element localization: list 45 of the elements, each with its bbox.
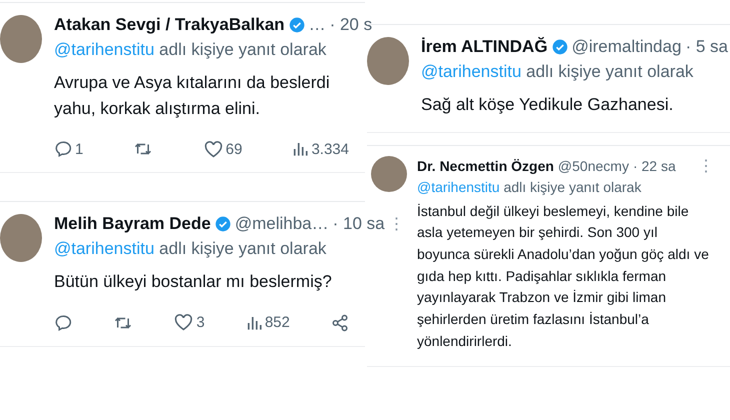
share-icon[interactable] <box>331 314 349 332</box>
comment-icon[interactable] <box>54 314 72 332</box>
reply-context: @tarihenstitu adlı kişiye yanıt olarak <box>54 239 328 259</box>
author-handle: @50necmy <box>558 158 629 174</box>
comment-icon[interactable] <box>54 140 72 158</box>
author-handle: … <box>308 15 326 35</box>
mention-link[interactable]: @tarihenstitu <box>54 239 154 258</box>
more-options-icon[interactable]: ⋮ <box>388 214 405 234</box>
post-time: · 20 s <box>330 15 372 35</box>
author-handle: @iremaltindag <box>572 37 682 57</box>
mention-link[interactable]: @tarihenstitu <box>421 62 522 81</box>
author-handle: @melihba… <box>234 214 329 234</box>
author-name[interactable]: Melih Bayram Dede <box>54 214 211 234</box>
action-count: 852 <box>264 314 290 331</box>
author-name[interactable]: İrem ALTINDAĞ <box>421 37 548 57</box>
reply-context: @tarihenstitu adlı kişiye yanıt olarak <box>54 40 328 60</box>
reply-context: @tarihenstitu adlı kişiye yanıt olarak <box>421 62 694 82</box>
verified-badge-icon <box>288 17 305 33</box>
author-name[interactable]: Dr. Necmettin Özgen <box>417 158 554 174</box>
avatar-photo-placeholder[interactable] <box>371 156 407 192</box>
heart-icon[interactable] <box>174 314 194 331</box>
views-chart-icon[interactable] <box>292 141 308 157</box>
action-count: 3.334 <box>311 140 349 158</box>
mention-link[interactable]: @tarihenstitu <box>54 40 154 59</box>
tweet-text: Sağ alt köşe Yedikule Gazhanesi. <box>421 94 674 116</box>
heart-icon[interactable] <box>204 140 223 158</box>
avatar-photo-placeholder[interactable] <box>0 214 42 262</box>
post-time: · 22 sa <box>632 158 676 174</box>
mention-link[interactable]: @tarihenstitu <box>417 178 500 194</box>
author-name[interactable]: Atakan Sevgi / TrakyaBalkan <box>54 15 285 35</box>
post-time: · 5 sa <box>685 37 728 57</box>
verified-badge-icon <box>214 216 231 232</box>
verified-badge-icon <box>552 39 568 55</box>
post-time: · 10 sa <box>332 214 385 234</box>
tweet-text: Avrupa ve Asya kıtalarını da beslerdi yahu, korkak alıştırma elini. <box>54 72 331 120</box>
action-count: 69 <box>226 140 242 158</box>
action-count: 3 <box>196 314 205 331</box>
avatar-photo-placeholder[interactable] <box>367 37 409 85</box>
views-chart-icon[interactable] <box>246 314 262 330</box>
reply-context: @tarihenstitu adlı kişiye yanıt olarak <box>417 178 642 194</box>
tweet-text: Bütün ülkeyi bostanlar mı beslermiş? <box>54 271 333 293</box>
action-count: 1 <box>75 140 84 158</box>
more-options-icon[interactable]: ⋮ <box>698 156 714 176</box>
avatar-photo-placeholder[interactable] <box>0 15 42 63</box>
tweet-text: İstanbul değil ülkeyi beslemeyi, kendine bile asla yetemeyen bir şehirdi. Son 300 yıl boyunca sürekli Anadolu’dan yoğun göç aldı ve gıda hep kıttı. Padişahlar sıklıkla ferman yayınlayarak Trabzon ve İzmir gibi liman şehirlerden üretim fazlasını İstanbul’a yönlendirirlerdi. <box>417 202 710 351</box>
